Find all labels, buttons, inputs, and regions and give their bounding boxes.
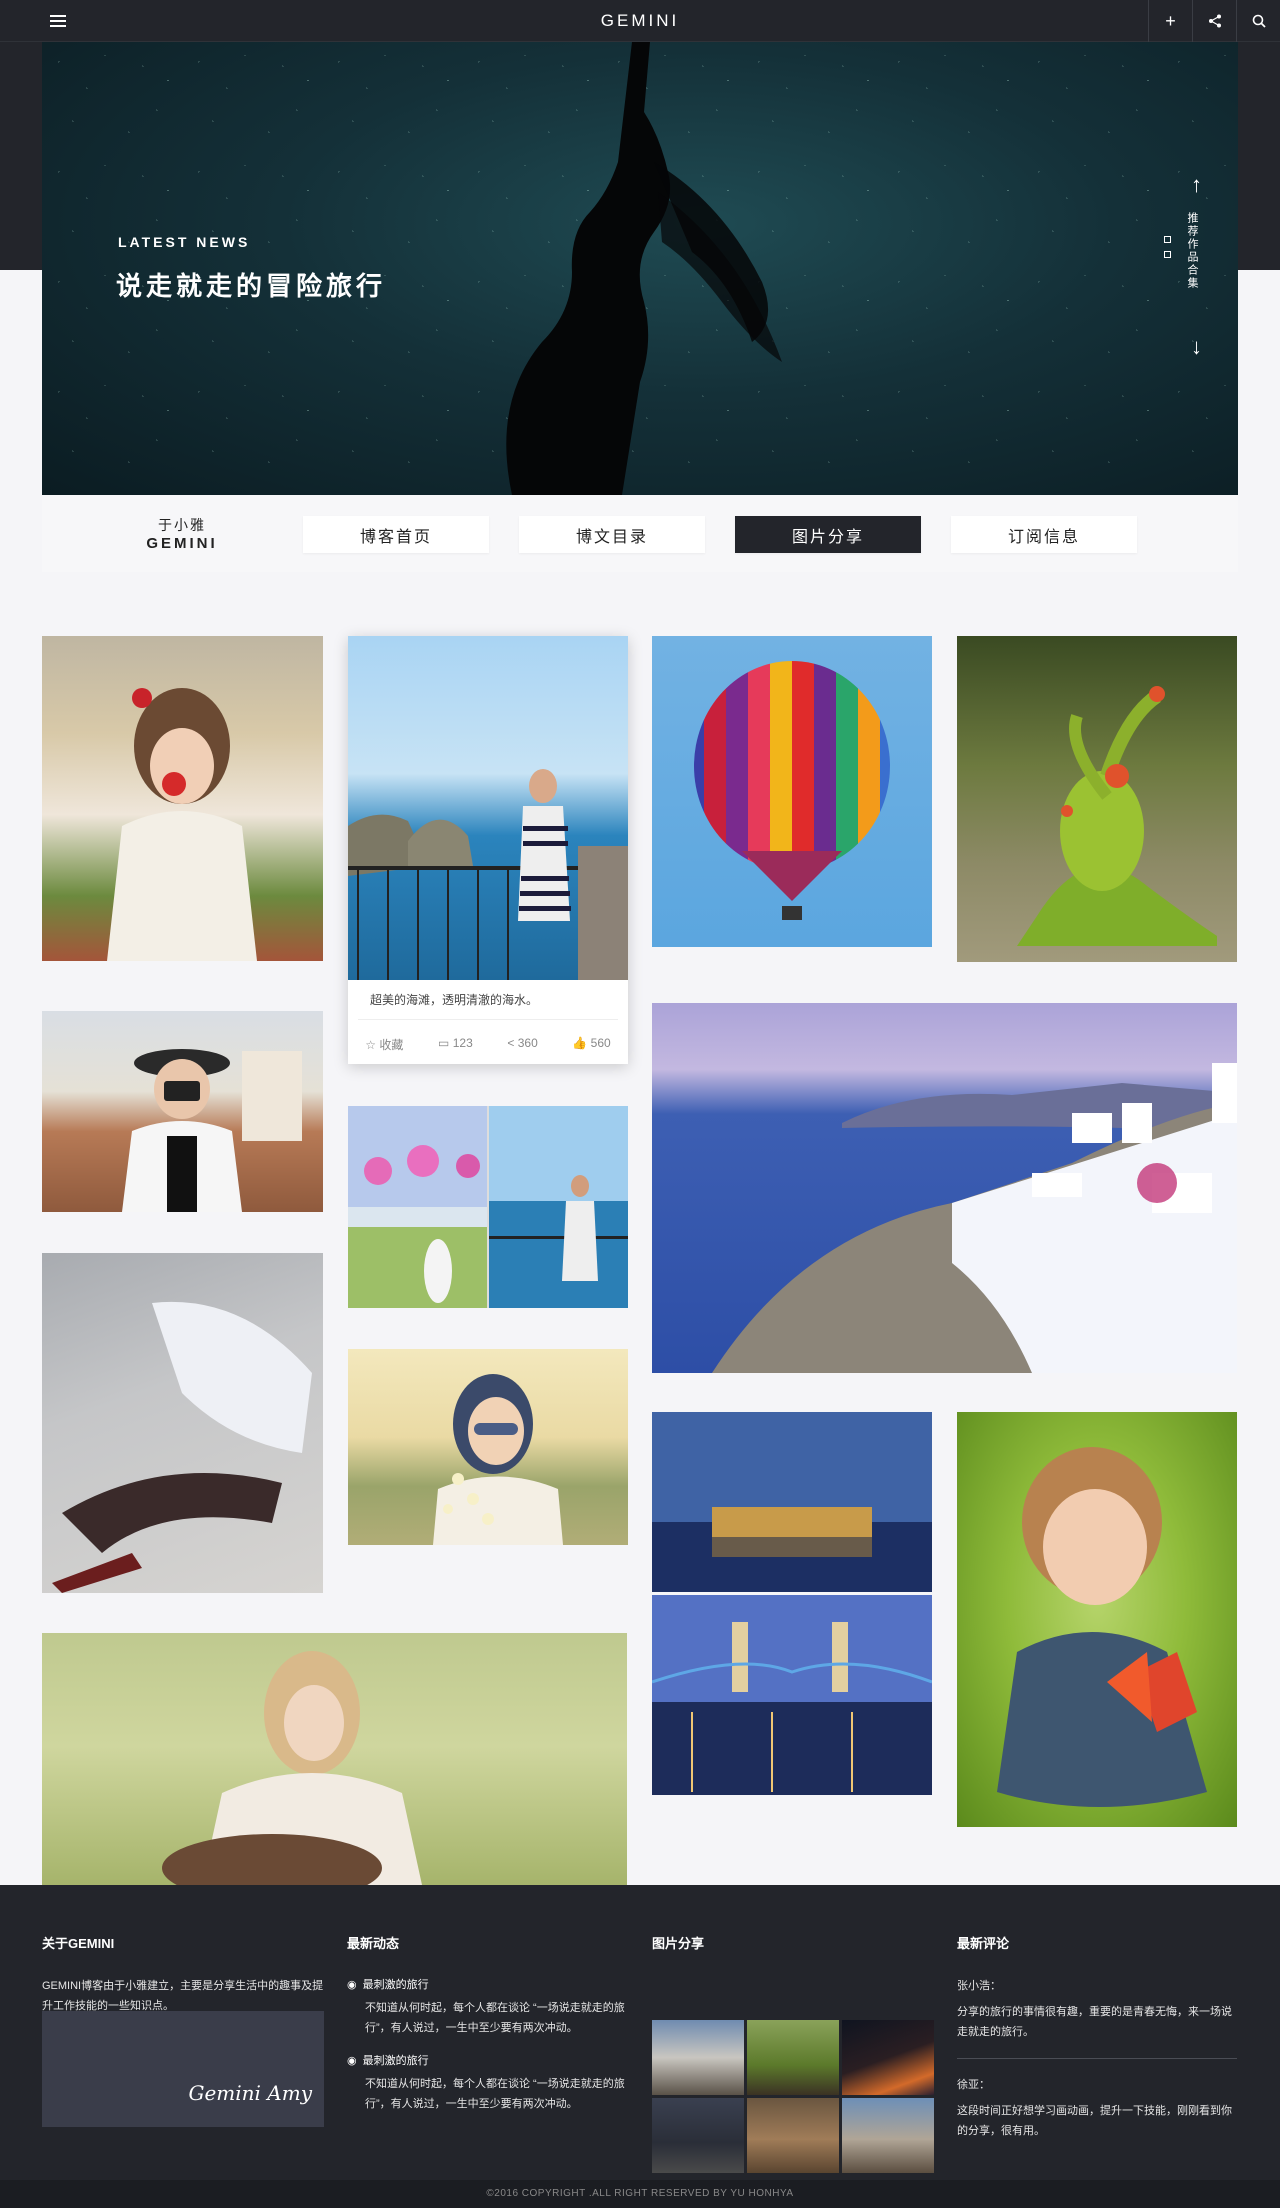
card-stats: ☆ 收藏 ▭ 123 < 360 👍 560 [348,1036,628,1053]
hero-side-nav: ↑ 推荐作品合集 ↓ [1164,174,1204,364]
photo-camera-girl[interactable] [42,1011,323,1212]
nav-item-blog-home[interactable]: 博客首页 [303,516,489,553]
share-icon: < [507,1036,515,1050]
search-icon[interactable] [1236,0,1280,42]
slide-dot[interactable] [1164,236,1171,243]
brand-logo[interactable]: GEMINI [0,11,1280,31]
hero-side-text: 推荐作品合集 [1186,212,1198,290]
news-body: 不知道从何时起，每个人都在谈论 “一场说走就走的旅行”，有人说过，一生中至少要有… [365,2002,625,2034]
share-icon[interactable] [1192,0,1236,42]
thumb-peaks[interactable] [842,2098,934,2173]
footer-comments: 最新评论 张小浩： 分享的旅行的事情很有趣，重要的是青春无悔，来一场说走就走的旅… [957,1933,1237,2141]
comment-text: 分享的旅行的事情很有趣，重要的是青春无悔，来一场说走就走的旅行。 [957,2006,1232,2038]
thumb-green-valley[interactable] [747,2020,839,2095]
weibo-icon: ◉ [347,1978,357,1991]
photo-night-cities[interactable] [652,1412,932,1795]
main-nav: 于小雅 GEMINI 博客首页 博文目录 图片分享 订阅信息 [42,495,1238,572]
photo-santorini[interactable] [652,1003,1237,1373]
star-icon: ☆ [365,1038,377,1052]
photo-yoga-frog[interactable] [957,636,1237,962]
photo-flowers-collage[interactable] [348,1106,628,1308]
comment-item[interactable]: 徐亚： 这段时间正好想学习画动画，提升一下技能，刚刚看到你的分享，很有用。 [957,2075,1237,2141]
photo-skater[interactable] [42,1253,323,1593]
comment-text: 这段时间正好想学习画动画，提升一下技能，刚刚看到你的分享，很有用。 [957,2105,1232,2137]
share-count: 360 [517,1036,538,1050]
site-logo[interactable]: 于小雅 GEMINI [142,515,222,552]
footer-about: 关于GEMINI GEMINI博客由于小雅建立，主要是分享生活中的趣事及提升工作… [42,1933,324,2127]
photo-sunglasses-girl[interactable] [348,1349,628,1545]
thumbs-up-icon: 👍 [572,1036,588,1050]
plus-icon[interactable]: + [1148,0,1192,42]
signature: Gemini Amy [188,2081,312,2105]
nav-item-subscribe[interactable]: 订阅信息 [951,516,1137,553]
footer-about-text: GEMINI博客由于小雅建立，主要是分享生活中的趣事及提升工作技能的一些知识点。 [42,1980,324,2012]
top-header: GEMINI + [0,0,1280,42]
thumb-mountain[interactable] [652,2020,744,2095]
footer-news-title: 最新动态 [347,1936,400,1951]
slide-dot[interactable] [1164,251,1171,258]
comment-icon: ▭ [438,1036,450,1050]
news-item[interactable]: ◉ 最刺激的旅行 不知道从何时起，每个人都在谈论 “一场说走就走的旅行”，有人说过… [347,1976,629,2038]
thumb-starry-rocks[interactable] [652,2098,744,2173]
thumb-night-road[interactable] [842,2020,934,2095]
photo-girl-flower[interactable] [42,636,323,961]
comment-item[interactable]: 张小浩： 分享的旅行的事情很有趣，重要的是青春无悔，来一场说走就走的旅行。 [957,1976,1237,2042]
card-favorite[interactable]: ☆ 收藏 [365,1036,403,1053]
thumb-lying-person[interactable] [747,2098,839,2173]
arrow-down-icon[interactable]: ↓ [1191,336,1202,358]
nav-item-photo-share[interactable]: 图片分享 [735,516,921,553]
hero-kicker: LATEST NEWS [118,234,251,250]
card-likes[interactable]: 👍 560 [572,1036,610,1053]
footer: 关于GEMINI GEMINI博客由于小雅建立，主要是分享生活中的趣事及提升工作… [0,1885,1280,2208]
news-head: 最刺激的旅行 [362,2055,429,2067]
favorite-label: 收藏 [379,1038,404,1052]
photo-thumbs [652,2020,934,2173]
hero-silhouette [506,42,782,495]
featured-card[interactable]: 超美的海滩，透明清澈的海水。 ☆ 收藏 ▭ 123 < 360 👍 560 [348,636,628,1064]
photo-toddler[interactable] [957,1412,1237,1827]
logo-en: GEMINI [146,535,218,552]
comment-author: 张小浩： [957,1980,1001,1992]
news-item[interactable]: ◉ 最刺激的旅行 不知道从何时起，每个人都在谈论 “一场说走就走的旅行”，有人说过… [347,2052,629,2114]
comment-count: 123 [452,1036,473,1050]
hero-title[interactable]: 说走就走的冒险旅行 [116,266,386,303]
comment-author: 徐亚： [957,2079,990,2091]
news-head: 最刺激的旅行 [362,1979,429,1991]
photo-beach-woman [348,636,628,980]
hero-banner[interactable]: LATEST NEWS 说走就走的冒险旅行 ↑ 推荐作品合集 ↓ [42,42,1238,495]
arrow-up-icon[interactable]: ↑ [1191,174,1202,196]
copyright: ©2016 COPYRIGHT .ALL RIGHT RESERVED BY Y… [0,2180,1280,2208]
signature-box: Gemini Amy [42,2011,324,2127]
card-comments[interactable]: ▭ 123 [438,1036,473,1053]
photo-guitar-girl[interactable] [42,1633,627,1885]
comment-divider [957,2058,1237,2059]
nav-item-blog-catalog[interactable]: 博文目录 [519,516,705,553]
like-count: 560 [590,1036,611,1050]
footer-photos: 图片分享 [652,1933,934,2173]
footer-about-title: 关于GEMINI [42,1936,115,1951]
footer-news: 最新动态 ◉ 最刺激的旅行 不知道从何时起，每个人都在谈论 “一场说走就走的旅行”… [347,1933,629,2128]
footer-comments-title: 最新评论 [957,1936,1010,1951]
news-body: 不知道从何时起，每个人都在谈论 “一场说走就走的旅行”，有人说过，一生中至少要有… [365,2078,625,2110]
card-caption: 超美的海滩，透明清澈的海水。 [370,993,539,1007]
card-shares[interactable]: < 360 [507,1036,537,1053]
photo-hot-air-balloon[interactable] [652,636,932,947]
footer-photos-title: 图片分享 [652,1936,705,1951]
weibo-icon: ◉ [347,2054,357,2067]
card-divider [358,1019,618,1020]
logo-cn: 于小雅 [158,517,206,533]
